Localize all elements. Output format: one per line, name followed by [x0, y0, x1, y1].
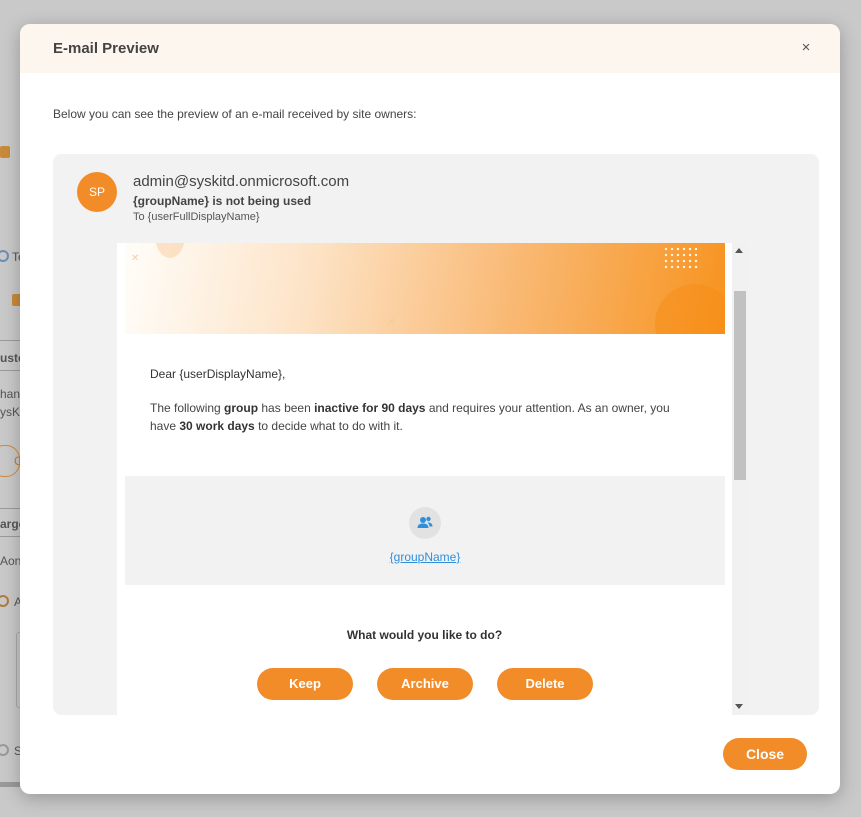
- sender-address: admin@syskitd.onmicrosoft.com: [133, 173, 350, 190]
- delete-button[interactable]: Delete: [497, 668, 593, 700]
- intro-text: Below you can see the preview of an e-ma…: [53, 107, 417, 121]
- email-card: SP admin@syskitd.onmicrosoft.com {groupN…: [53, 154, 819, 715]
- paragraph-text: has been: [258, 401, 315, 415]
- paragraph-bold: inactive for 90 days: [314, 401, 426, 415]
- email-body[interactable]: ✕ ✕ Dear {userDisplayName}, The followin…: [117, 243, 732, 715]
- scroll-up-arrow-icon[interactable]: [735, 248, 743, 253]
- close-icon[interactable]: ×: [798, 40, 814, 56]
- email-paragraph: The following group has been inactive fo…: [150, 399, 695, 435]
- group-panel: {groupName}: [125, 476, 725, 585]
- email-recipient: To {userFullDisplayName}: [133, 211, 260, 223]
- paragraph-text: to decide what to do with it.: [254, 419, 403, 433]
- background-text: han: [0, 387, 21, 401]
- scroll-down-arrow-icon[interactable]: [735, 704, 743, 709]
- paragraph-bold: group: [224, 401, 259, 415]
- background-scrollbar: [0, 782, 20, 787]
- banner-dots: [663, 246, 701, 270]
- background-checkbox: [0, 146, 10, 158]
- action-question: What would you like to do?: [346, 628, 503, 642]
- banner-decoration: [155, 243, 185, 258]
- banner-cross-icon: ✕: [131, 253, 140, 264]
- background-divider: [0, 340, 20, 341]
- email-banner: ✕ ✕: [125, 243, 725, 334]
- background-divider: [0, 508, 20, 509]
- email-preview-modal: E-mail Preview × Below you can see the p…: [20, 24, 840, 794]
- paragraph-text: The following: [150, 401, 225, 415]
- group-name-link[interactable]: {groupName}: [125, 550, 725, 564]
- banner-cross-icon: ✕: [387, 317, 396, 328]
- background-divider: [0, 370, 20, 371]
- banner-circle: [655, 284, 725, 334]
- email-scrollbar[interactable]: [732, 243, 748, 715]
- background-radio: [0, 744, 9, 756]
- email-subject: {groupName} is not being used: [133, 194, 312, 208]
- modal-header: E-mail Preview ×: [20, 24, 840, 73]
- group-users-icon: [409, 507, 441, 539]
- paragraph-bold: 30 work days: [179, 419, 255, 433]
- close-button[interactable]: Close: [723, 738, 807, 770]
- background-radio: [0, 595, 9, 607]
- background-radio: [0, 250, 9, 262]
- email-greeting: Dear {userDisplayName},: [150, 367, 286, 381]
- archive-button[interactable]: Archive: [377, 668, 473, 700]
- background-divider: [0, 536, 20, 537]
- modal-title: E-mail Preview: [53, 40, 159, 57]
- scrollbar-thumb[interactable]: [734, 291, 746, 480]
- keep-button[interactable]: Keep: [257, 668, 353, 700]
- avatar: SP: [77, 172, 117, 212]
